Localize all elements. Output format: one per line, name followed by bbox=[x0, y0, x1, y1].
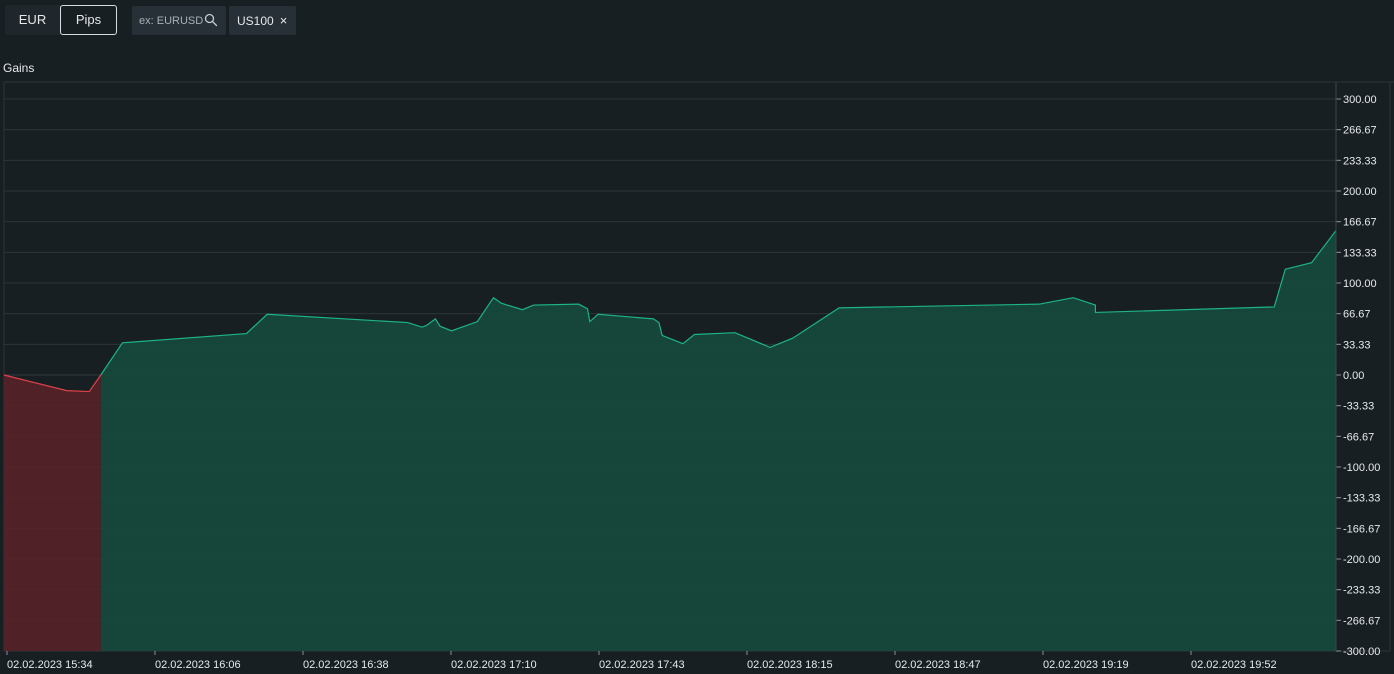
y-tick-label: 66.67 bbox=[1343, 309, 1371, 321]
x-tick-label: 02.02.2023 15:34 bbox=[7, 659, 93, 671]
x-tick-label: 02.02.2023 19:52 bbox=[1191, 659, 1277, 671]
x-tick-label: 02.02.2023 16:38 bbox=[303, 659, 389, 671]
x-tick-label: 02.02.2023 17:10 bbox=[451, 659, 537, 671]
y-tick-label: -233.33 bbox=[1343, 585, 1380, 597]
y-tick-label: -300.00 bbox=[1343, 646, 1380, 658]
negative-area bbox=[4, 375, 101, 651]
y-tick-label: 0.00 bbox=[1343, 370, 1364, 382]
y-tick-label: 200.00 bbox=[1343, 186, 1377, 198]
y-tick-label: -33.33 bbox=[1343, 401, 1374, 413]
x-tick-label: 02.02.2023 18:15 bbox=[747, 659, 833, 671]
y-tick-label: 100.00 bbox=[1343, 278, 1377, 290]
positive-area bbox=[100, 230, 1336, 651]
y-tick-label: 233.33 bbox=[1343, 155, 1377, 167]
x-tick-label: 02.02.2023 18:47 bbox=[895, 659, 981, 671]
y-tick-label: 133.33 bbox=[1343, 247, 1377, 259]
y-tick-label: 266.67 bbox=[1343, 125, 1377, 137]
y-tick-label: 33.33 bbox=[1343, 339, 1371, 351]
y-tick-label: -200.00 bbox=[1343, 554, 1380, 566]
y-tick-label: -266.67 bbox=[1343, 615, 1380, 627]
y-tick-label: 166.67 bbox=[1343, 217, 1377, 229]
x-tick-label: 02.02.2023 17:43 bbox=[599, 659, 685, 671]
x-tick-label: 02.02.2023 19:19 bbox=[1043, 659, 1129, 671]
y-tick-label: -100.00 bbox=[1343, 462, 1380, 474]
y-tick-label: 300.00 bbox=[1343, 94, 1377, 106]
x-tick-label: 02.02.2023 16:06 bbox=[155, 659, 241, 671]
y-tick-label: -133.33 bbox=[1343, 493, 1380, 505]
y-tick-label: -66.67 bbox=[1343, 431, 1374, 443]
gains-chart: 300.00 266.67 233.33 200.00 166.67 133.33 100.… bbox=[3, 81, 1394, 671]
y-tick-label: -166.67 bbox=[1343, 523, 1380, 535]
